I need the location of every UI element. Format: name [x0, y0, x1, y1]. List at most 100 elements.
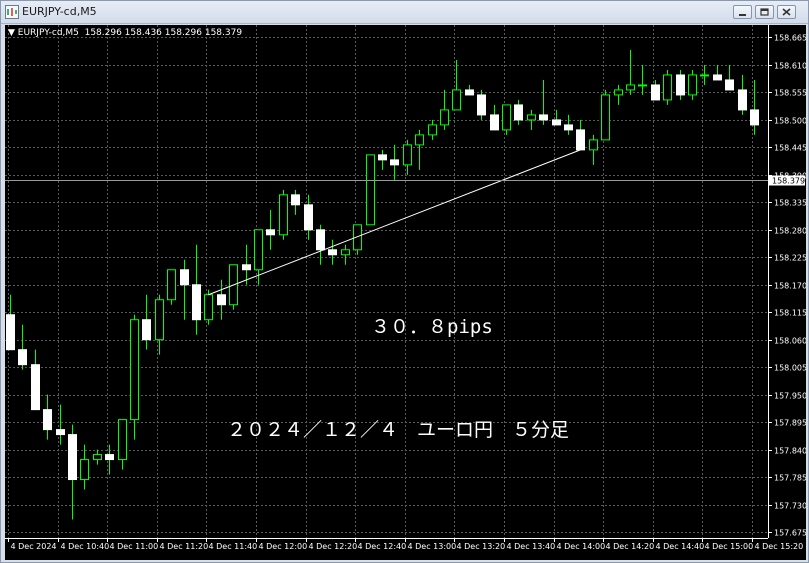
bearish-candle: [490, 114, 499, 131]
y-tick-label: 158.225: [774, 254, 806, 263]
current-price-label: 158.379: [772, 177, 805, 186]
chart-window-icon: [5, 5, 19, 19]
bearish-candle: [266, 229, 275, 236]
bullish-candle: [440, 109, 449, 126]
bearish-candle: [477, 94, 486, 116]
bearish-candle: [552, 119, 561, 126]
bullish-candle: [428, 124, 437, 136]
bearish-candle: [328, 249, 337, 256]
bullish-candle: [93, 454, 102, 461]
bullish-candle: [700, 74, 709, 77]
bullish-candle: [155, 299, 164, 341]
bullish-candle: [366, 154, 375, 226]
y-tick-label: 158.280: [774, 227, 806, 236]
bearish-candle: [750, 109, 759, 126]
y-tick-label: 158.555: [774, 89, 806, 98]
bearish-candle: [180, 269, 189, 286]
candlestick-chart-svg[interactable]: 158.665 158.610 158.555 158.500 158.445 158.3…: [5, 25, 806, 560]
close-button[interactable]: [777, 5, 796, 19]
bullish-candle: [118, 419, 127, 461]
bullish-candle: [614, 89, 623, 96]
minimize-icon: [739, 14, 746, 16]
x-tick-label: 4 Dec 14:20: [606, 542, 655, 551]
y-tick-label: 158.060: [774, 337, 806, 346]
x-tick-label: 4 Dec 14:40: [656, 542, 705, 551]
x-tick-label: 4 Dec 2024: [11, 542, 57, 551]
x-tick-label: 4 Dec 15:00: [705, 542, 754, 551]
y-tick-label: 158.610: [774, 62, 806, 71]
bullish-candle: [341, 249, 350, 256]
bearish-candle: [6, 314, 15, 351]
bullish-candle: [527, 114, 536, 121]
bearish-candle: [68, 434, 77, 481]
bullish-candle: [204, 294, 213, 321]
x-tick-label: 4 Dec 12:00: [259, 542, 308, 551]
x-tick-label: 4 Dec 15:20: [755, 542, 804, 551]
y-tick-label: 158.445: [774, 144, 806, 153]
x-tick-label: 4 Dec 12:40: [358, 542, 407, 551]
y-tick-label: 158.115: [774, 309, 806, 318]
bearish-candle: [564, 124, 573, 131]
x-tick-label: 4 Dec 12:20: [309, 542, 358, 551]
bearish-candle: [465, 89, 474, 96]
title-bar[interactable]: EURJPY-cd,M5: [1, 1, 808, 24]
x-tick-label: 4 Dec 10:40: [61, 542, 110, 551]
bullish-candle: [663, 74, 672, 101]
bearish-candle: [304, 204, 313, 231]
bearish-candle: [291, 194, 300, 206]
bearish-candle: [18, 349, 27, 366]
bearish-candle: [105, 454, 114, 461]
x-tick-label: 4 Dec 11:00: [110, 542, 159, 551]
bearish-candle: [514, 104, 523, 121]
restore-icon: [760, 8, 769, 16]
pips-annotation: ３０．８pips: [371, 316, 493, 338]
bullish-candle: [601, 94, 610, 141]
bearish-candle: [56, 429, 65, 436]
bearish-candle: [242, 264, 251, 271]
y-tick-label: 157.840: [774, 447, 806, 456]
y-tick-label: 158.335: [774, 199, 806, 208]
y-tick-label: 158.665: [774, 34, 806, 43]
bullish-candle: [502, 104, 511, 131]
bullish-candle: [626, 84, 635, 91]
x-tick-label: 4 Dec 11:40: [209, 542, 258, 551]
y-tick-label: 158.005: [774, 364, 806, 373]
bearish-candle: [738, 89, 747, 111]
y-tick-label: 157.675: [774, 529, 806, 538]
x-tick-label: 4 Dec 13:00: [408, 542, 457, 551]
bullish-candle: [415, 134, 424, 146]
bearish-candle: [676, 74, 685, 96]
x-tick-label: 4 Dec 13:20: [457, 542, 506, 551]
bearish-candle: [713, 74, 722, 81]
bearish-candle: [576, 129, 585, 151]
minimize-button[interactable]: [733, 5, 752, 19]
y-tick-label: 157.950: [774, 392, 806, 401]
price-chart[interactable]: 158.665 158.610 158.555 158.500 158.445 158.3…: [5, 25, 806, 560]
bullish-candle: [638, 84, 647, 87]
bullish-candle: [452, 89, 461, 111]
y-tick-label: 157.785: [774, 474, 806, 483]
bearish-candle: [142, 319, 151, 341]
bullish-candle: [254, 229, 263, 271]
x-tick-label: 4 Dec 11:20: [160, 542, 209, 551]
bullish-candle: [279, 194, 288, 236]
bearish-candle: [651, 84, 660, 101]
bearish-candle: [316, 229, 325, 251]
bearish-candle: [192, 284, 201, 321]
chart-info-line: ▼ EURJPY-cd,M5 158.296 158.436 158.296 1…: [8, 28, 243, 38]
bullish-candle: [167, 269, 176, 301]
close-icon: [782, 8, 791, 16]
chart-caption-annotation: ２０２４／１２／４ ユーロ円 ５分足: [227, 419, 570, 441]
bearish-candle: [378, 154, 387, 161]
bearish-candle: [217, 294, 226, 306]
bearish-candle: [31, 364, 40, 411]
bullish-candle: [688, 74, 697, 96]
bearish-candle: [539, 114, 548, 121]
y-tick-label: 157.730: [774, 502, 806, 511]
restore-button[interactable]: [755, 5, 774, 19]
bearish-candle: [43, 409, 52, 431]
bullish-candle: [403, 144, 412, 166]
bearish-candle: [390, 159, 399, 166]
bearish-candle: [725, 79, 734, 91]
y-tick-label: 157.895: [774, 419, 806, 428]
